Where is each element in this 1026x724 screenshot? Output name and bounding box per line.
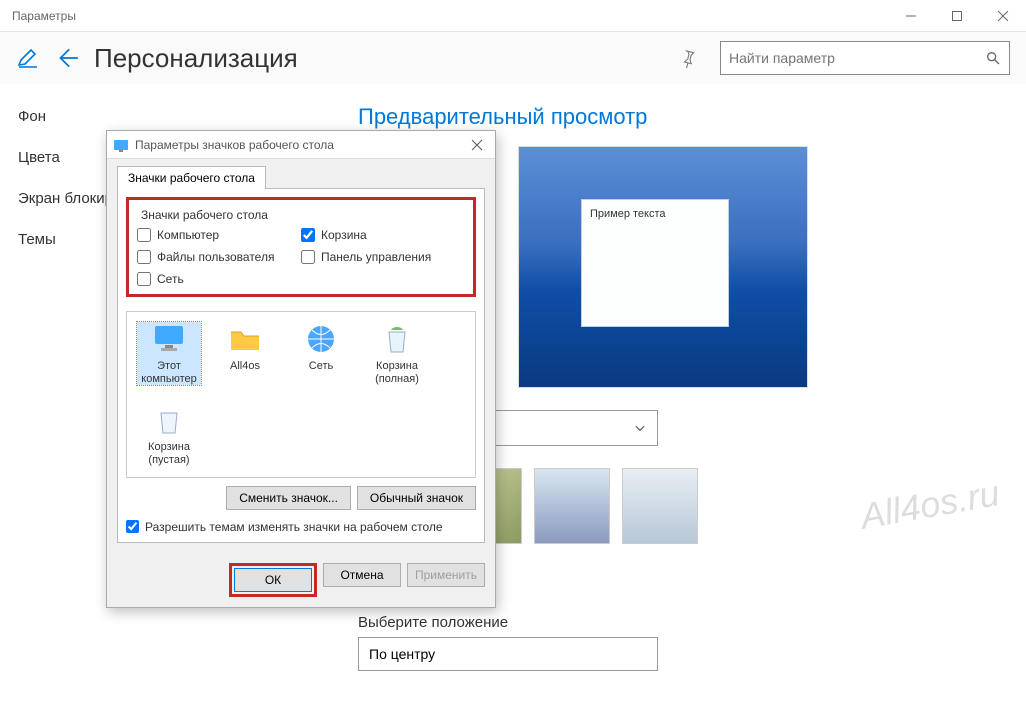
window-titlebar: Параметры xyxy=(0,0,1026,32)
preview-sample-window: Пример текста xyxy=(581,199,729,327)
check-userfiles[interactable]: Файлы пользователя xyxy=(137,250,301,264)
icon-item-network[interactable]: Сеть xyxy=(289,322,353,385)
search-icon[interactable] xyxy=(985,50,1001,66)
allow-themes-label: Разрешить темам изменять значки на рабоч… xyxy=(145,520,443,534)
wallpaper-thumb[interactable] xyxy=(622,468,698,544)
check-network-label: Сеть xyxy=(157,272,184,286)
edit-icon xyxy=(16,46,40,70)
close-button[interactable] xyxy=(980,0,1026,32)
monitor-icon xyxy=(151,322,187,356)
change-icon-button[interactable]: Сменить значок... xyxy=(226,486,351,510)
dialog-close-button[interactable] xyxy=(465,139,489,151)
check-control-input[interactable] xyxy=(301,250,315,264)
icon-item-recycle-full[interactable]: Корзина (полная) xyxy=(365,322,429,385)
back-button[interactable] xyxy=(54,45,80,71)
maximize-button[interactable] xyxy=(934,0,980,32)
icon-item-label: Этот компьютер xyxy=(137,360,201,385)
page-header: Персонализация xyxy=(0,32,1026,84)
check-control-label: Панель управления xyxy=(321,250,431,264)
window-title: Параметры xyxy=(0,9,888,23)
dialog-title: Параметры значков рабочего стола xyxy=(135,138,465,152)
position-label: Выберите положение xyxy=(358,614,998,631)
ok-highlight: ОК xyxy=(229,563,317,597)
folder-icon xyxy=(227,322,263,356)
desktop-preview: Пример текста xyxy=(518,146,808,388)
check-userfiles-label: Файлы пользователя xyxy=(157,250,274,264)
icon-item-label: All4os xyxy=(230,360,260,373)
desktop-icons-group: Значки рабочего стола Компьютер Корзина … xyxy=(126,197,476,297)
position-dropdown[interactable] xyxy=(358,637,658,671)
search-input[interactable] xyxy=(729,50,985,66)
pin-icon[interactable] xyxy=(678,48,698,68)
dialog-footer: ОК Отмена Применить xyxy=(107,553,495,607)
globe-icon xyxy=(303,322,339,356)
desktop-icons-dialog: Параметры значков рабочего стола Значки … xyxy=(106,130,496,608)
check-computer[interactable]: Компьютер xyxy=(137,228,301,242)
default-icon-button[interactable]: Обычный значок xyxy=(357,486,476,510)
icon-item-userfolder[interactable]: All4os xyxy=(213,322,277,385)
group-label: Значки рабочего стола xyxy=(137,208,272,222)
check-network[interactable]: Сеть xyxy=(137,272,301,286)
icon-item-label: Корзина (пустая) xyxy=(137,441,201,466)
minimize-button[interactable] xyxy=(888,0,934,32)
check-recycle[interactable]: Корзина xyxy=(301,228,465,242)
dialog-titlebar: Параметры значков рабочего стола xyxy=(107,131,495,159)
apply-button[interactable]: Применить xyxy=(407,563,485,587)
search-box[interactable] xyxy=(720,41,1010,75)
allow-themes-checkbox[interactable]: Разрешить темам изменять значки на рабоч… xyxy=(126,520,476,534)
preview-sample-text: Пример текста xyxy=(590,208,666,220)
check-network-input[interactable] xyxy=(137,272,151,286)
icon-preview-grid: Этот компьютер All4os Сеть xyxy=(126,311,476,478)
icon-item-computer[interactable]: Этот компьютер xyxy=(137,322,201,385)
icon-item-label: Сеть xyxy=(309,360,333,373)
page-title: Персонализация xyxy=(94,43,664,74)
check-userfiles-input[interactable] xyxy=(137,250,151,264)
check-control[interactable]: Панель управления xyxy=(301,250,465,264)
cancel-button[interactable]: Отмена xyxy=(323,563,401,587)
check-computer-label: Компьютер xyxy=(157,228,219,242)
check-recycle-label: Корзина xyxy=(321,228,367,242)
tab-desktop-icons[interactable]: Значки рабочего стола xyxy=(117,166,266,189)
recycle-full-icon xyxy=(379,322,415,356)
dialog-icon xyxy=(113,137,129,153)
check-computer-input[interactable] xyxy=(137,228,151,242)
recycle-empty-icon xyxy=(151,403,187,437)
wallpaper-thumb[interactable] xyxy=(534,468,610,544)
icon-item-recycle-empty[interactable]: Корзина (пустая) xyxy=(137,403,201,466)
chevron-down-icon xyxy=(633,421,647,435)
icon-item-label: Корзина (полная) xyxy=(365,360,429,385)
check-recycle-input[interactable] xyxy=(301,228,315,242)
allow-themes-input[interactable] xyxy=(126,520,139,533)
ok-button[interactable]: ОК xyxy=(234,568,312,592)
preview-heading: Предварительный просмотр xyxy=(358,104,998,130)
